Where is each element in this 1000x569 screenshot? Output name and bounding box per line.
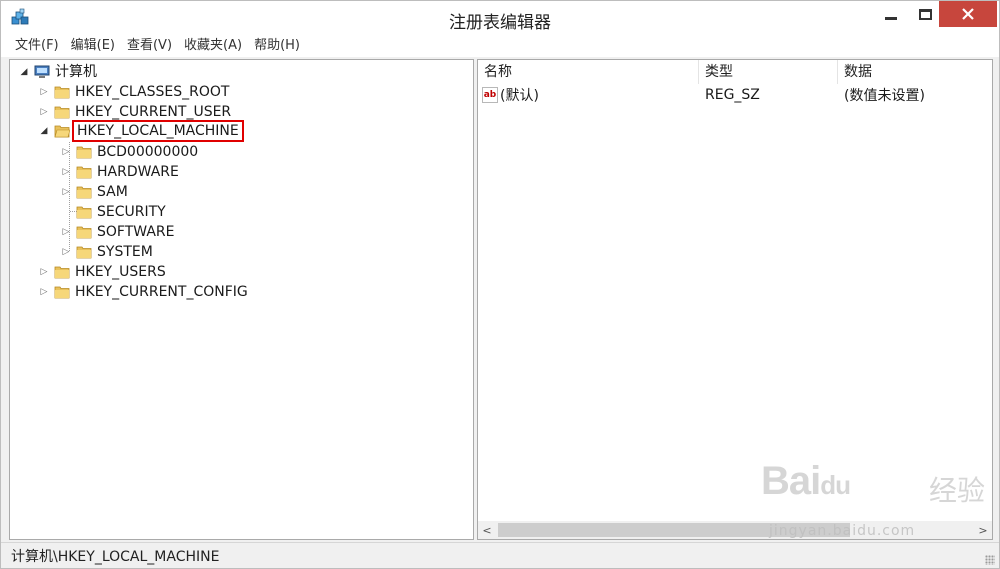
folder-icon	[76, 164, 92, 180]
open-folder-icon	[54, 123, 70, 139]
collapsed-arrow-icon[interactable]: ▷	[38, 266, 50, 278]
tree-item-hkey-current-user[interactable]: ▷ HKEY_CURRENT_USER	[38, 102, 232, 122]
watermark-brand: 经验	[929, 474, 986, 507]
collapsed-arrow-icon[interactable]: ▷	[38, 86, 50, 98]
registry-editor-window: 注册表编辑器 文件(F) 编辑(E) 查看(V) 收藏夹(A) 帮助(H) ◢	[0, 0, 1000, 569]
string-value-icon: ab	[482, 87, 498, 103]
tree-label: SYSTEM	[97, 244, 153, 260]
tree-item-sam[interactable]: ▷ SAM	[60, 182, 128, 202]
watermark-url: jingyan.baidu.com	[769, 523, 916, 539]
baidu-jingyan-watermark: Baidu 经验 jingyan.baidu.com	[761, 459, 1000, 549]
watermark-logo-text-2: du	[820, 470, 851, 500]
tree-item-hkey-current-config[interactable]: ▷ HKEY_CURRENT_CONFIG	[38, 282, 248, 302]
tree-label: HKEY_CURRENT_USER	[75, 104, 232, 120]
column-header-name[interactable]: 名称	[478, 60, 699, 84]
menu-view[interactable]: 查看(V)	[121, 35, 178, 57]
tree-label: SAM	[97, 184, 128, 200]
tree-label: HKEY_CURRENT_CONFIG	[75, 284, 248, 300]
column-header-type[interactable]: 类型	[699, 60, 838, 84]
menu-edit[interactable]: 编辑(E)	[65, 35, 121, 57]
expanded-arrow-icon[interactable]: ◢	[18, 66, 30, 78]
tree-label: SECURITY	[97, 204, 166, 220]
list-row[interactable]: ab (默认) REG_SZ (数值未设置)	[478, 84, 992, 106]
window-title: 注册表编辑器	[449, 13, 551, 33]
tree-label: HKEY_CLASSES_ROOT	[75, 84, 230, 100]
collapsed-arrow-icon[interactable]: ▷	[38, 286, 50, 298]
tree-item-hkey-local-machine[interactable]: ◢ HKEY_LOCAL_MACHINE	[38, 120, 244, 142]
tree-item-hkey-users[interactable]: ▷ HKEY_USERS	[38, 262, 166, 282]
list-header: 名称 类型 数据	[478, 60, 992, 84]
menu-file[interactable]: 文件(F)	[9, 35, 65, 57]
collapsed-arrow-icon[interactable]: ▷	[38, 106, 50, 118]
value-data: (数值未设置)	[844, 88, 925, 104]
close-icon	[962, 8, 974, 20]
folder-icon	[54, 84, 70, 100]
value-name: (默认)	[500, 88, 539, 104]
tree-item-bcd00000000[interactable]: ▷ BCD00000000	[60, 142, 199, 162]
folder-icon	[76, 224, 92, 240]
menu-help[interactable]: 帮助(H)	[248, 35, 306, 57]
maximize-icon	[918, 8, 932, 20]
tree-item-security[interactable]: SECURITY	[60, 202, 166, 222]
close-button[interactable]	[939, 1, 997, 27]
watermark-logo: Baidu	[761, 459, 851, 504]
highlight-box: HKEY_LOCAL_MACHINE	[72, 120, 244, 142]
registry-tree-pane[interactable]: ◢ 计算机 ▷ HKEY_CLASSES_ROOT ▷ HKEY_CURRENT…	[9, 59, 474, 540]
tree-label: HKEY_USERS	[75, 264, 166, 280]
collapsed-arrow-icon[interactable]: ▷	[60, 146, 72, 158]
expanded-arrow-icon[interactable]: ◢	[38, 125, 50, 137]
value-name-cell: ab (默认)	[478, 85, 699, 105]
tree-item-hkey-classes-root[interactable]: ▷ HKEY_CLASSES_ROOT	[38, 82, 230, 102]
tree-label: HARDWARE	[97, 164, 179, 180]
tree-label: HKEY_LOCAL_MACHINE	[77, 123, 239, 139]
tree-item-computer[interactable]: ◢ 计算机	[18, 62, 97, 82]
tree-item-software[interactable]: ▷ SOFTWARE	[60, 222, 175, 242]
scroll-left-icon[interactable]: <	[478, 521, 496, 539]
maximize-button[interactable]	[909, 1, 941, 27]
folder-icon	[76, 244, 92, 260]
tree-no-expander	[60, 206, 72, 218]
minimize-button[interactable]	[875, 1, 907, 27]
tree-item-system[interactable]: ▷ SYSTEM	[60, 242, 153, 262]
menu-bar: 文件(F) 编辑(E) 查看(V) 收藏夹(A) 帮助(H)	[1, 35, 999, 57]
collapsed-arrow-icon[interactable]: ▷	[60, 246, 72, 258]
minimize-icon	[885, 16, 897, 20]
column-header-data[interactable]: 数据	[838, 60, 992, 84]
resize-grip-icon[interactable]	[985, 555, 995, 565]
collapsed-arrow-icon[interactable]: ▷	[60, 226, 72, 238]
title-bar: 注册表编辑器	[1, 1, 999, 35]
computer-icon	[34, 64, 50, 80]
value-type: REG_SZ	[705, 87, 760, 103]
collapsed-arrow-icon[interactable]: ▷	[60, 166, 72, 178]
folder-icon	[76, 184, 92, 200]
menu-favorites[interactable]: 收藏夹(A)	[178, 35, 248, 57]
folder-icon	[76, 144, 92, 160]
folder-icon	[76, 204, 92, 220]
watermark-logo-text: Bai	[761, 459, 821, 503]
tree-label: SOFTWARE	[97, 224, 175, 240]
tree-label: BCD00000000	[97, 144, 199, 160]
status-path: 计算机\HKEY_LOCAL_MACHINE	[11, 549, 220, 565]
collapsed-arrow-icon[interactable]: ▷	[60, 186, 72, 198]
tree-label: 计算机	[55, 64, 97, 80]
folder-icon	[54, 284, 70, 300]
folder-icon	[54, 104, 70, 120]
folder-icon	[54, 264, 70, 280]
tree-item-hardware[interactable]: ▷ HARDWARE	[60, 162, 179, 182]
